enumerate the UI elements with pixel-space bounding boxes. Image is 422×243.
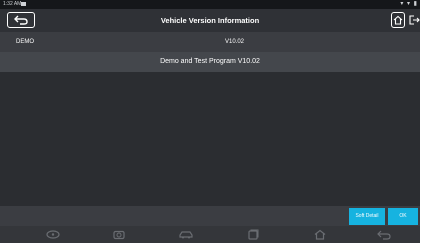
camera-icon[interactable] [111, 229, 127, 240]
soft-detail-button[interactable]: Soft Detail [349, 208, 385, 225]
page-title: Vehicle Version Information [160, 16, 260, 25]
notification-icon [21, 2, 26, 6]
vehicle-icon[interactable] [178, 229, 194, 240]
vehicle-info-row: DEMO V10.02 [0, 32, 420, 52]
status-bar: 1:32 AM ▾ ▾ ▮ [0, 0, 420, 9]
bottom-nav-bar [0, 226, 420, 243]
system-status-icons: ▾ ▾ ▮ [400, 1, 418, 7]
car-connect-icon[interactable] [45, 229, 61, 240]
program-banner: Demo and Test Program V10.02 [0, 52, 420, 72]
home-icon[interactable] [312, 229, 328, 240]
app-screen: 1:32 AM ▾ ▾ ▮ Vehicle Version Informatio… [0, 0, 420, 243]
back-icon[interactable] [376, 229, 392, 240]
vehicle-version: V10.02 [225, 39, 245, 45]
action-bar: Soft Detail OK [0, 206, 420, 226]
status-time: 1:32 AM [3, 1, 22, 7]
vehicle-name: DEMO [16, 39, 34, 45]
exit-icon [409, 15, 420, 25]
ok-button[interactable]: OK [388, 208, 418, 225]
home-icon [393, 15, 403, 25]
home-button[interactable] [391, 12, 405, 28]
title-bar: Vehicle Version Information [0, 9, 420, 32]
exit-button[interactable] [407, 12, 421, 28]
copy-icon[interactable] [245, 229, 261, 240]
content-area [0, 72, 420, 206]
